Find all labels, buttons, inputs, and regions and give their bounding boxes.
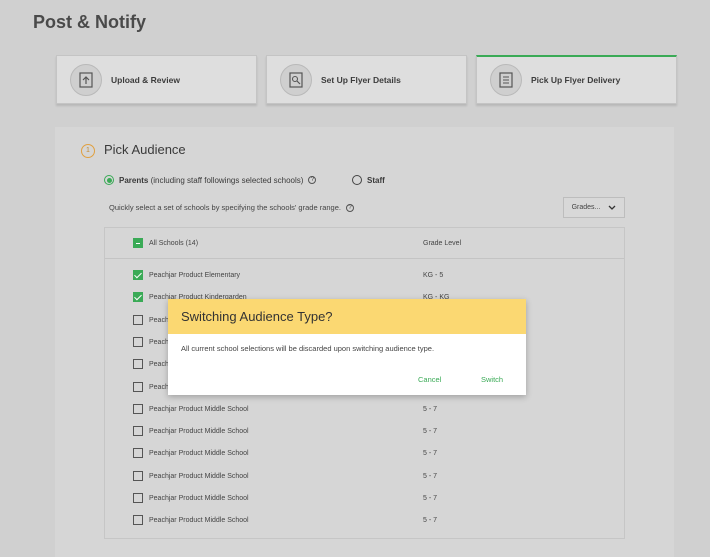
switch-audience-dialog: Switching Audience Type? All current sch… (168, 299, 526, 395)
cancel-button[interactable]: Cancel (418, 375, 441, 384)
modal-overlay (0, 0, 710, 557)
dialog-message: All current school selections will be di… (181, 344, 435, 353)
switch-button[interactable]: Switch (481, 375, 503, 384)
dialog-title: Switching Audience Type? (168, 299, 526, 334)
